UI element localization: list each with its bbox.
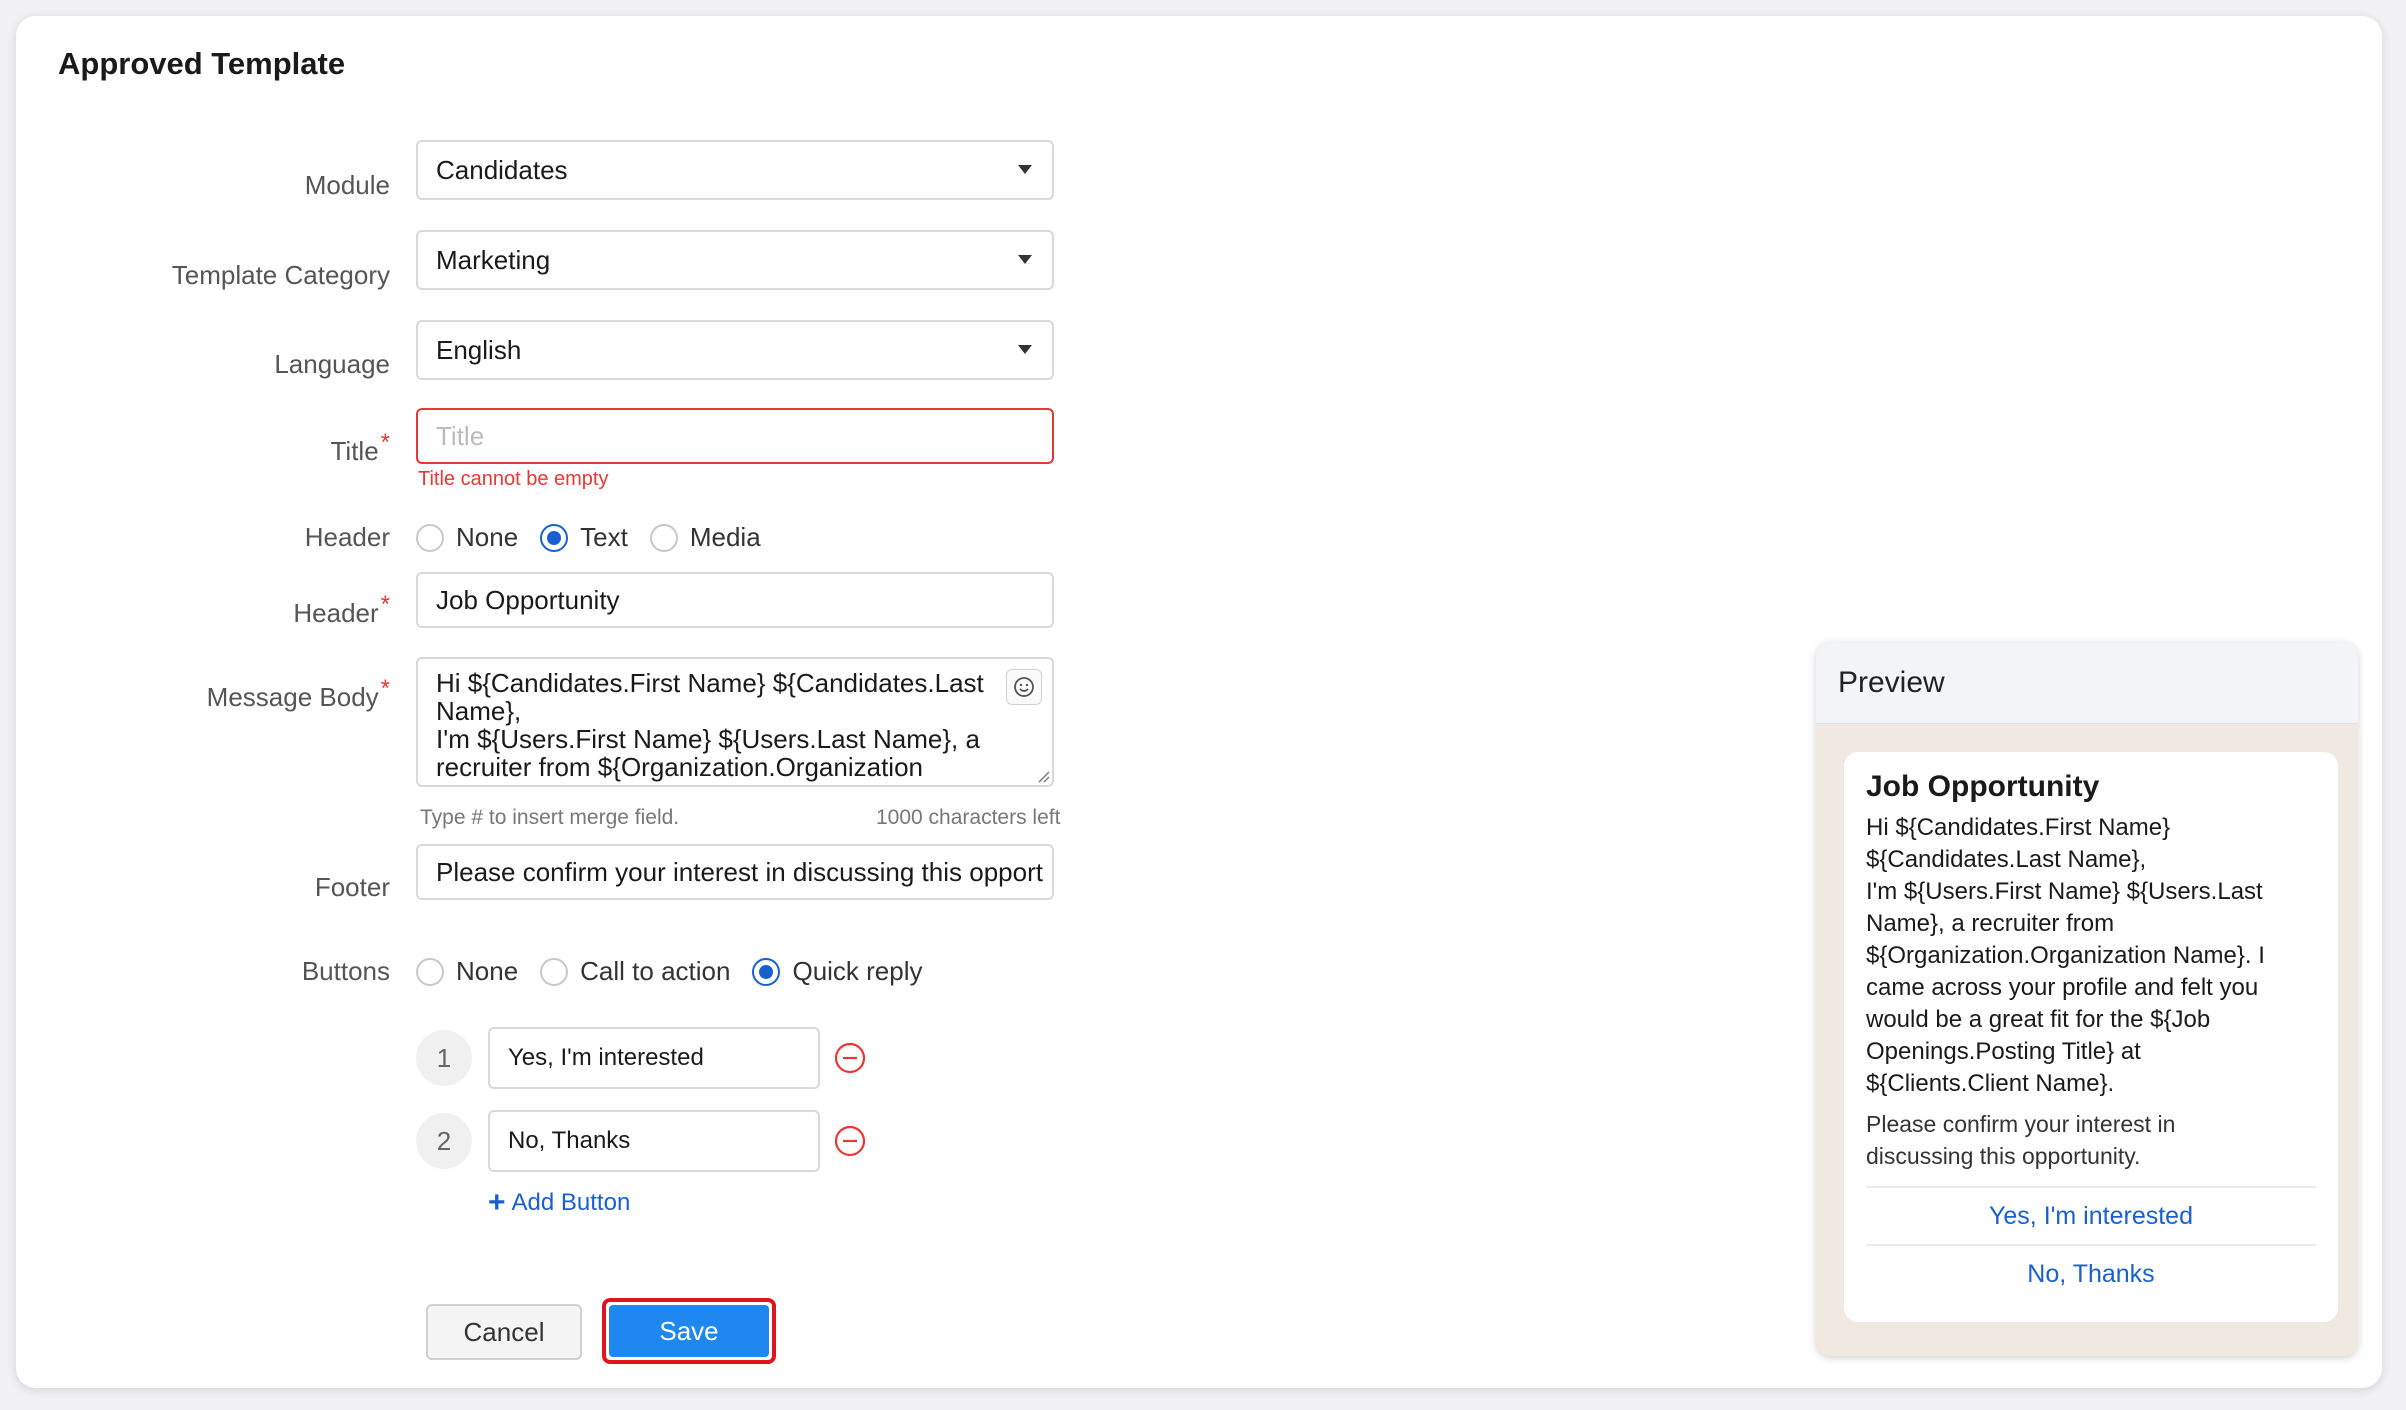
- category-value: Marketing: [436, 244, 551, 275]
- buttons-type-quick-reply[interactable]: Quick reply: [752, 956, 923, 987]
- radio-circle: [649, 523, 678, 552]
- category-select[interactable]: Marketing: [416, 230, 1054, 290]
- minus-circle-icon[interactable]: [832, 1040, 868, 1076]
- category-label: Template Category: [171, 260, 390, 290]
- save-button-highlight: Save: [602, 1298, 776, 1364]
- title-placeholder: Title: [436, 420, 485, 451]
- radio-circle: [416, 523, 444, 552]
- module-label: Module: [304, 170, 390, 200]
- preview-panel: Preview Job Opportunity Hi ${Candidates.…: [1816, 642, 2358, 1356]
- header-label: Header*: [293, 591, 390, 628]
- language-label: Language: [274, 349, 390, 379]
- title-input[interactable]: Title: [416, 408, 1054, 464]
- footer-label: Footer: [314, 872, 390, 902]
- caret-down-icon: [1018, 165, 1032, 174]
- resize-handle-icon[interactable]: [1036, 769, 1050, 783]
- cancel-button[interactable]: Cancel: [426, 1304, 582, 1360]
- module-select[interactable]: Candidates: [416, 140, 1054, 200]
- language-select[interactable]: English: [416, 320, 1054, 380]
- preview-quick-reply-1: Yes, I'm interested: [1866, 1186, 2316, 1244]
- add-button-link[interactable]: + Add Button: [488, 1188, 630, 1218]
- preview-heading: Preview: [1816, 642, 2358, 724]
- header-type-none[interactable]: None: [416, 522, 518, 553]
- preview-message-bubble: Job Opportunity Hi ${Candidates.First Na…: [1844, 752, 2338, 1322]
- header-input[interactable]: Job Opportunity: [416, 572, 1054, 628]
- preview-body: Hi ${Candidates.First Name} ${Candidates…: [1866, 814, 2265, 1097]
- caret-down-icon: [1018, 345, 1032, 354]
- quick-reply-index-2: 2: [416, 1113, 472, 1169]
- language-value: English: [436, 334, 522, 365]
- required-mark: *: [380, 591, 390, 618]
- save-button[interactable]: Save: [609, 1305, 769, 1357]
- quick-reply-input-1[interactable]: Yes, I'm interested: [488, 1027, 820, 1089]
- plus-icon: +: [488, 1186, 506, 1219]
- header-type-text[interactable]: Text: [540, 522, 628, 553]
- footer-value: Please confirm your interest in discussi…: [436, 856, 1043, 887]
- message-body-textarea[interactable]: Hi ${Candidates.First Name} ${Candidates…: [416, 657, 1054, 787]
- header-value: Job Opportunity: [436, 584, 620, 615]
- buttons-type-none[interactable]: None: [416, 956, 518, 987]
- template-card: Approved Template Module Candidates Temp…: [16, 16, 2382, 1388]
- preview-title: Job Opportunity: [1866, 770, 2100, 803]
- preview-footer: Please confirm your interest in discussi…: [1866, 1111, 2176, 1169]
- character-counter: 1000 characters left: [876, 806, 1061, 829]
- page-title: Approved Template: [58, 46, 346, 81]
- buttons-type-call-to-action[interactable]: Call to action: [540, 956, 730, 987]
- radio-circle: [540, 957, 569, 986]
- title-label: Title*: [330, 429, 391, 466]
- radio-circle: [416, 957, 444, 986]
- radio-circle-selected: [752, 957, 781, 986]
- buttons-type-radio-group: None Call to action Quick reply: [416, 956, 945, 987]
- header-type-media[interactable]: Media: [649, 522, 761, 553]
- minus-circle-icon[interactable]: [832, 1123, 868, 1159]
- quick-reply-index-1: 1: [416, 1030, 472, 1086]
- header-type-label: Header: [304, 522, 390, 552]
- caret-down-icon: [1018, 255, 1032, 264]
- title-error-message: Title cannot be empty: [418, 468, 609, 490]
- buttons-type-label: Buttons: [301, 956, 390, 986]
- header-type-radio-group: None Text Media: [416, 522, 783, 553]
- module-value: Candidates: [436, 154, 568, 185]
- smiley-icon[interactable]: [1006, 669, 1042, 705]
- message-body-label: Message Body*: [206, 675, 390, 712]
- radio-circle-selected: [540, 523, 569, 552]
- footer-input[interactable]: Please confirm your interest in discussi…: [416, 844, 1054, 900]
- required-mark: *: [380, 429, 390, 456]
- quick-reply-input-2[interactable]: No, Thanks: [488, 1110, 820, 1172]
- preview-quick-reply-2: No, Thanks: [1866, 1244, 2316, 1302]
- required-mark: *: [380, 675, 390, 702]
- merge-field-hint: Type # to insert merge field.: [420, 806, 680, 829]
